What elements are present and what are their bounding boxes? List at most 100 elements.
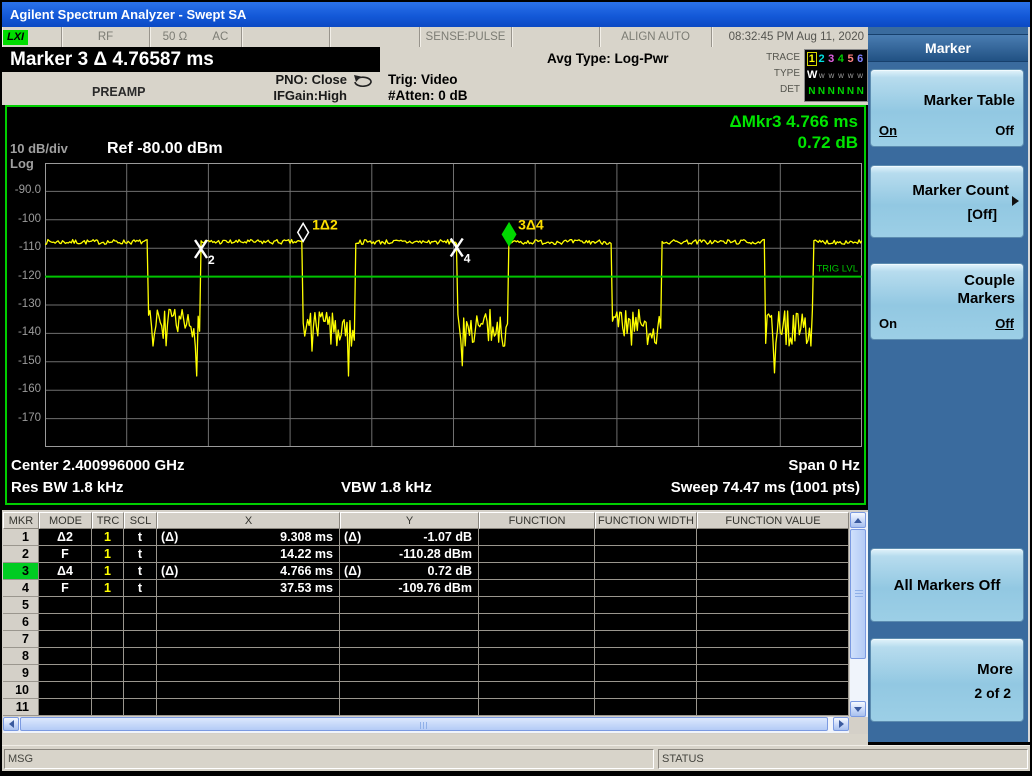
x-value: 14.22 ms xyxy=(280,547,333,561)
all-markers-off-button[interactable]: All Markers Off xyxy=(870,548,1024,622)
marker-table-row[interactable]: 6 xyxy=(3,614,849,631)
mode-cell xyxy=(39,631,92,648)
center-freq-label: Center 2.400996000 GHz xyxy=(11,457,185,474)
y-value-cell: -110.28 dBm xyxy=(340,546,479,563)
more-button[interactable]: More 2 of 2 xyxy=(870,638,1024,722)
marker-count-button-label: Marker Count xyxy=(912,182,1009,199)
y-value-cell xyxy=(340,699,479,716)
span-label: Span 0 Hz xyxy=(788,457,860,474)
marker-number-cell: 1 xyxy=(3,529,39,546)
function-cell xyxy=(697,699,849,716)
scale-cell: t xyxy=(124,563,157,580)
mode-cell xyxy=(39,614,92,631)
marker-table-row[interactable]: 7 xyxy=(3,631,849,648)
column-header: FUNCTION VALUE xyxy=(697,512,849,529)
marker-table-row[interactable]: 8 xyxy=(3,648,849,665)
marker-number-cell: 8 xyxy=(3,648,39,665)
lxi-indicator: LXI xyxy=(3,29,29,45)
marker-table-row[interactable]: 2 F 1 t 14.22 ms -110.28 dBm xyxy=(3,546,849,563)
delta-marker-time: ΔMkr3 4.766 ms xyxy=(729,112,858,131)
marker-table-row[interactable]: 9 xyxy=(3,665,849,682)
marker-number-cell: 11 xyxy=(3,699,39,716)
marker-table-off: Off xyxy=(995,123,1014,138)
x-value-cell xyxy=(157,665,340,682)
mode-cell xyxy=(39,699,92,716)
trace-cell xyxy=(92,597,124,614)
trace-type-glyph: w xyxy=(857,70,864,80)
trace-number: 3 xyxy=(828,53,835,65)
marker-table-row[interactable]: 10 xyxy=(3,682,849,699)
x-value-cell: 37.53 ms xyxy=(157,580,340,597)
horizontal-scroll-thumb[interactable] xyxy=(20,717,828,731)
trace-label: TRACE xyxy=(766,52,800,63)
vbw-label: VBW 1.8 kHz xyxy=(341,479,432,496)
sense-label: SENSE:PULSE xyxy=(425,31,506,43)
vertical-scrollbar[interactable] xyxy=(850,512,868,717)
y-value-cell xyxy=(340,682,479,699)
status-strip: LXI RF 50 Ω AC SENSE:PULSE ALIGN AUTO 08… xyxy=(2,27,868,47)
status-footer: MSG STATUS xyxy=(2,745,1030,771)
x-value-cell: (Δ) 9.308 ms xyxy=(157,529,340,546)
function-cell xyxy=(697,580,849,597)
trace-detectors: NNNNNN xyxy=(807,83,865,99)
title-bar: Agilent Spectrum Analyzer - Swept SA xyxy=(2,2,1030,27)
trace-number: 1 xyxy=(807,52,817,66)
mode-cell: Δ2 xyxy=(39,529,92,546)
function-cell xyxy=(479,682,595,699)
atten-label: #Atten: 0 dB xyxy=(388,88,468,103)
marker-table-button[interactable]: Marker Table On Off xyxy=(870,69,1024,147)
ref-level-label: Ref -80.00 dBm xyxy=(107,140,223,157)
status-segment-empty3 xyxy=(512,27,600,47)
status-segment-lxi: LXI xyxy=(2,27,62,47)
impedance-label: 50 Ω xyxy=(162,31,188,43)
submenu-arrow-icon xyxy=(1012,196,1019,206)
column-header: MKR xyxy=(3,512,39,529)
bottom-frame-strip xyxy=(2,734,868,745)
function-cell xyxy=(479,631,595,648)
function-cell xyxy=(697,682,849,699)
align-label: ALIGN AUTO xyxy=(621,31,690,43)
function-cell xyxy=(697,546,849,563)
horizontal-scrollbar[interactable] xyxy=(3,717,849,733)
ifgain-label: IFGain:High xyxy=(273,88,347,103)
column-header: FUNCTION WIDTH xyxy=(595,512,697,529)
marker-table-header: MKR MODE TRC SCL X Y FUNCTION FUNCTION WIDTH FUN… xyxy=(3,512,849,529)
rbw-label: Res BW 1.8 kHz xyxy=(11,479,124,496)
scroll-left-button[interactable] xyxy=(3,717,19,731)
delta-marker-level: 0.72 dB xyxy=(797,133,858,152)
y-tick-label: -90.0 xyxy=(14,184,41,197)
marker-table-row[interactable]: 5 xyxy=(3,597,849,614)
couple-markers-button[interactable]: Couple Markers On Off xyxy=(870,263,1024,340)
marker-table: MKR MODE TRC SCL X Y FUNCTION FUNCTION WIDTH FUN… xyxy=(2,510,868,734)
function-cell xyxy=(697,631,849,648)
marker-table-row[interactable]: 3 Δ4 1 t (Δ) 4.766 ms (Δ) 0.72 dB xyxy=(3,563,849,580)
mode-cell xyxy=(39,597,92,614)
scale-cell: t xyxy=(124,546,157,563)
status-segment-input: 50 Ω AC xyxy=(150,27,242,47)
scale-cell xyxy=(124,631,157,648)
trace-type-glyph: W xyxy=(807,69,818,81)
function-cell xyxy=(479,563,595,580)
scroll-down-button[interactable] xyxy=(850,701,866,717)
application-window: Agilent Spectrum Analyzer - Swept SA LXI… xyxy=(0,0,1032,776)
scroll-up-button[interactable] xyxy=(850,512,866,528)
marker-table-row[interactable]: 4 F 1 t 37.53 ms -109.76 dBm xyxy=(3,580,849,597)
mode-cell: F xyxy=(39,546,92,563)
function-cell xyxy=(595,665,697,682)
y-value-cell xyxy=(340,631,479,648)
trace-type-glyph: w xyxy=(838,70,844,80)
trace-type-glyph: w xyxy=(847,70,854,80)
scroll-right-button[interactable] xyxy=(833,717,849,731)
trig-lvl-label: TRIG LVL xyxy=(816,264,858,275)
marker-count-button[interactable]: Marker Count [Off] xyxy=(870,165,1024,238)
marker-table-row[interactable]: 11 xyxy=(3,699,849,716)
x-value-cell xyxy=(157,648,340,665)
vertical-scroll-thumb[interactable] xyxy=(850,529,866,659)
status-segment-rf: RF xyxy=(62,27,150,47)
trace-numbers: 123456 xyxy=(807,51,865,67)
scale-cell: t xyxy=(124,580,157,597)
marker-table-row[interactable]: 1 Δ2 1 t (Δ) 9.308 ms (Δ) -1.07 dB xyxy=(3,529,849,546)
column-header: Y xyxy=(340,512,479,529)
function-cell xyxy=(479,665,595,682)
y-value-cell xyxy=(340,597,479,614)
